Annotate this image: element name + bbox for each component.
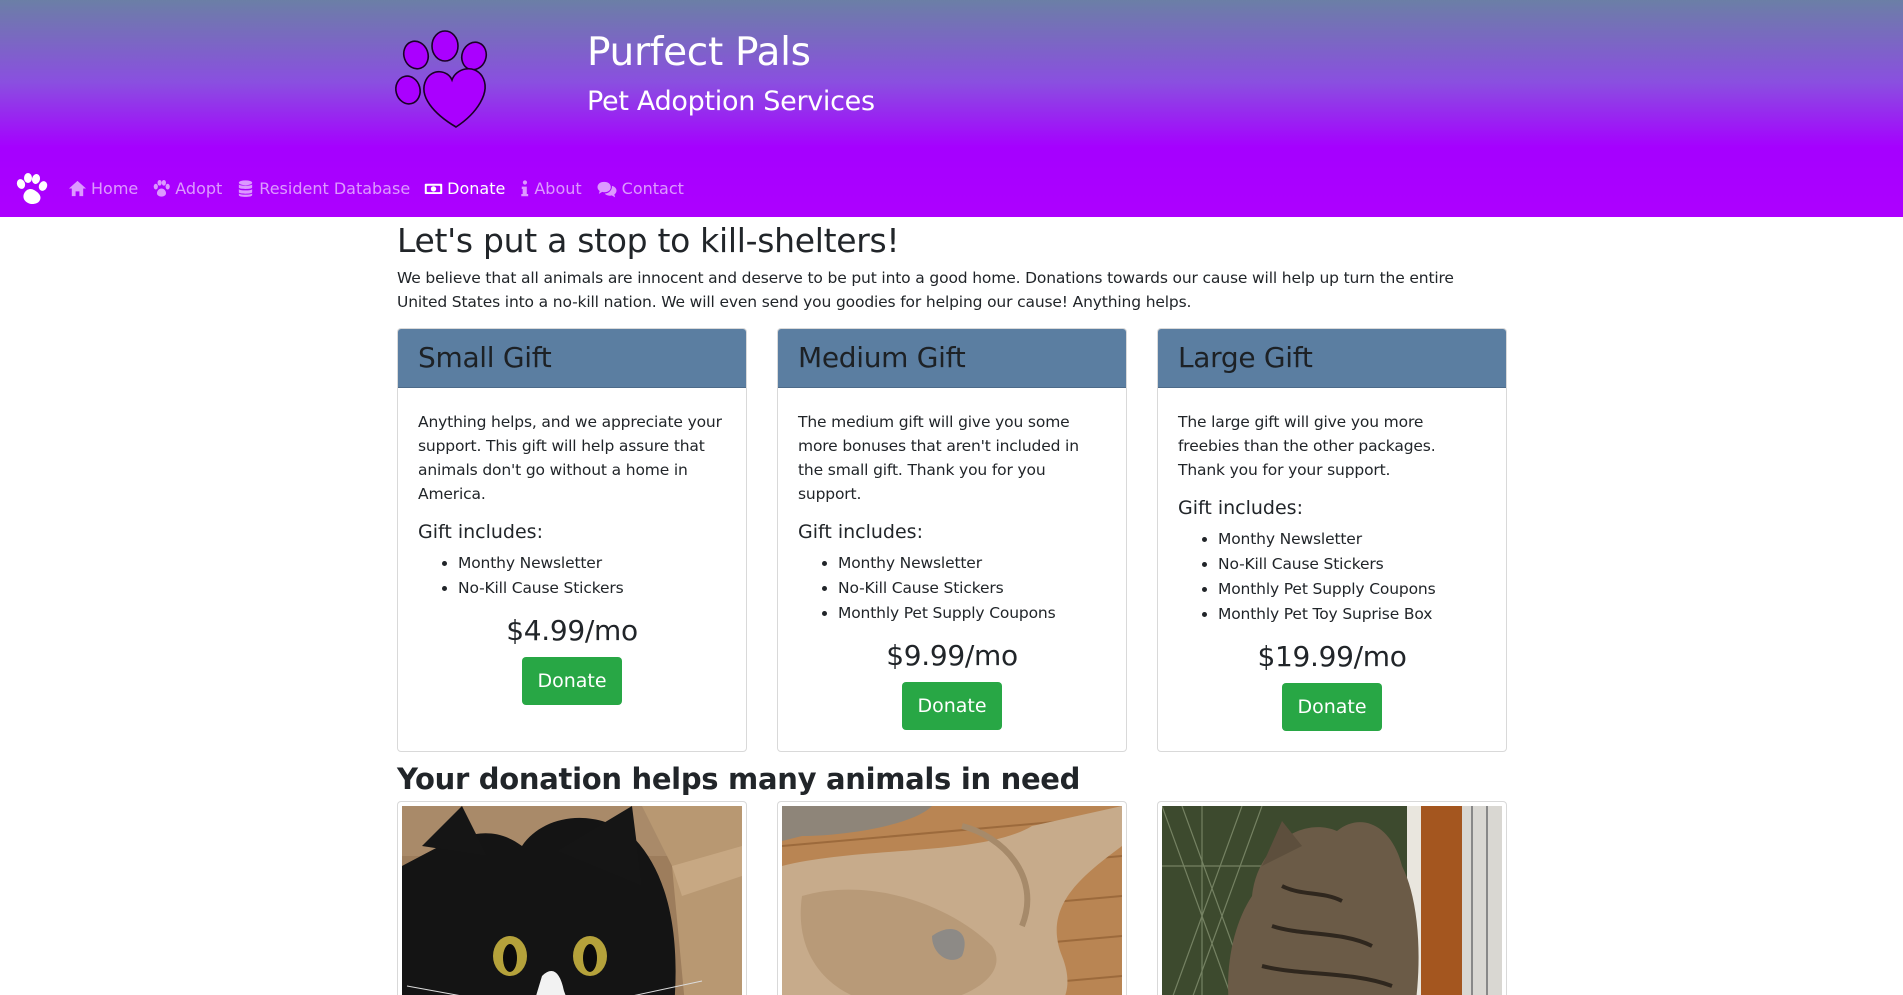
site-subtitle: Pet Adoption Services bbox=[587, 86, 875, 117]
nav-item-resident-database[interactable]: Resident Database bbox=[236, 179, 410, 198]
gift-includes-label: Gift includes: bbox=[798, 521, 923, 543]
list-item: Monthy Newsletter bbox=[1218, 527, 1486, 552]
list-item: No-Kill Cause Stickers bbox=[838, 576, 1106, 601]
gift-includes-label: Gift includes: bbox=[418, 521, 543, 543]
animal-photo-card bbox=[777, 801, 1127, 995]
gift-card-title: Medium Gift bbox=[778, 329, 1126, 388]
section-title: Your donation helps many animals in need bbox=[397, 762, 1081, 796]
paw-icon[interactable] bbox=[14, 172, 48, 206]
nav-item-contact[interactable]: Contact bbox=[596, 179, 684, 198]
tabby-cat-photo bbox=[1162, 806, 1502, 995]
nav-item-label: Contact bbox=[621, 178, 684, 198]
list-item: No-Kill Cause Stickers bbox=[1218, 552, 1486, 577]
nav-item-about[interactable]: About bbox=[519, 178, 582, 198]
gift-card-medium: Medium Gift The medium gift will give yo… bbox=[777, 328, 1127, 752]
nav-item-label: Donate bbox=[447, 178, 506, 198]
gift-price: $4.99/mo bbox=[506, 614, 638, 647]
nav-item-label: Resident Database bbox=[259, 178, 411, 198]
list-item: Monthy Newsletter bbox=[458, 551, 726, 576]
home-icon bbox=[68, 180, 87, 196]
gift-card-title: Large Gift bbox=[1158, 329, 1506, 388]
nav-item-donate[interactable]: Donate bbox=[424, 179, 505, 198]
list-item: Monthly Pet Toy Suprise Box bbox=[1218, 602, 1486, 627]
nav-item-adopt[interactable]: Adopt bbox=[152, 179, 222, 198]
navbar: Home Adopt Resident Database Donate Abou… bbox=[0, 168, 1903, 208]
donate-button-medium[interactable]: Donate bbox=[902, 682, 1002, 730]
gift-includes-list: Monthy Newsletter No-Kill Cause Stickers… bbox=[1178, 527, 1486, 627]
list-item: Monthly Pet Supply Coupons bbox=[1218, 577, 1486, 602]
nav-item-label: About bbox=[534, 178, 582, 198]
gift-price: $19.99/mo bbox=[1257, 640, 1407, 673]
nav-menu: Home Adopt Resident Database Donate Abou… bbox=[68, 168, 698, 208]
nav-item-home[interactable]: Home bbox=[68, 179, 138, 198]
donate-button-large[interactable]: Donate bbox=[1282, 683, 1382, 731]
site-title: Purfect Pals bbox=[587, 30, 811, 75]
site-header: Purfect Pals Pet Adoption Services Home bbox=[0, 0, 1903, 217]
gift-includes-list: Monthy Newsletter No-Kill Cause Stickers bbox=[418, 551, 726, 601]
gift-includes-list: Monthy Newsletter No-Kill Cause Stickers… bbox=[798, 551, 1106, 626]
nav-item-label: Home bbox=[91, 178, 139, 198]
database-icon bbox=[239, 179, 253, 197]
nav-item-label: Adopt bbox=[175, 178, 223, 198]
info-icon bbox=[521, 179, 529, 196]
gift-includes-label: Gift includes: bbox=[1178, 497, 1303, 519]
gift-card-small: Small Gift Anything helps, and we apprec… bbox=[397, 328, 747, 752]
animal-photo-card bbox=[1157, 801, 1507, 995]
animal-photo-card bbox=[397, 801, 747, 995]
list-item: Monthy Newsletter bbox=[838, 551, 1106, 576]
list-item: Monthly Pet Supply Coupons bbox=[838, 601, 1106, 626]
page-title: Let's put a stop to kill-shelters! bbox=[397, 221, 900, 260]
comments-icon bbox=[597, 181, 617, 197]
gift-card-description: The medium gift will give you some more … bbox=[798, 413, 1079, 503]
paw-heart-icon[interactable] bbox=[394, 28, 496, 130]
gift-price: $9.99/mo bbox=[886, 639, 1018, 672]
list-item: No-Kill Cause Stickers bbox=[458, 576, 726, 601]
gift-card-description: Anything helps, and we appreciate your s… bbox=[418, 413, 722, 503]
money-bill-icon bbox=[424, 183, 443, 194]
gift-card-large: Large Gift The large gift will give you … bbox=[1157, 328, 1507, 752]
intro-text: We believe that all animals are innocent… bbox=[397, 269, 1454, 311]
paw-icon bbox=[153, 179, 171, 197]
tuxedo-cat-photo bbox=[402, 806, 742, 995]
dog-photo bbox=[782, 806, 1122, 995]
gift-card-description: The large gift will give you more freebi… bbox=[1178, 413, 1436, 479]
gift-card-title: Small Gift bbox=[398, 329, 746, 388]
donate-button-small[interactable]: Donate bbox=[522, 657, 622, 705]
